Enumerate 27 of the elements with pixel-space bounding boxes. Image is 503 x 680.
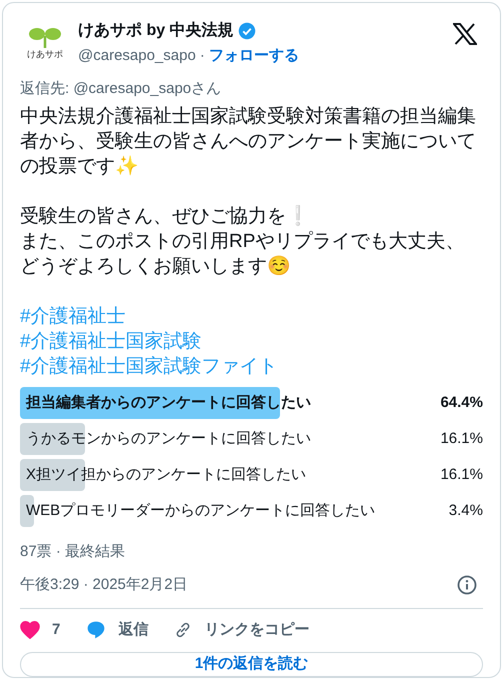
timestamp[interactable]: 午後3:29 · 2025年2月2日 [20, 574, 188, 596]
reply-button[interactable]: 返信 [86, 619, 148, 642]
poll-percent: 3.4% [448, 500, 483, 521]
speech-bubble-icon [86, 620, 106, 640]
author-name[interactable]: けあサポ by 中央法規 [78, 19, 234, 43]
tweet-text: 受験生の皆さん、ぜひご協力を❕ また、このポストの引用RPやリプライでも大丈夫、どうぞよろしくお願いします☺ [20, 204, 466, 279]
poll-percent: 16.1% [439, 428, 483, 449]
info-icon[interactable] [457, 574, 477, 595]
follow-link[interactable]: フォローする [208, 45, 299, 68]
poll-summary: 87票 · 最終結果 [20, 542, 126, 562]
sprout-icon [28, 26, 62, 50]
poll-option-label: WEBプロモリーダーからのアンケートに回答したい [25, 502, 376, 519]
link-icon [174, 621, 192, 640]
copy-link-button[interactable]: リンクをコピー [174, 619, 310, 642]
poll-percent: 64.4% [439, 392, 483, 413]
like-button[interactable]: 7 [20, 619, 60, 642]
read-replies-button[interactable]: 1件の返信を読む [20, 652, 483, 677]
x-logo-icon[interactable] [453, 23, 477, 45]
poll-option-label: 担当編集者からのアンケートに回答したい [24, 394, 311, 411]
poll-percent: 16.1% [439, 464, 483, 485]
author-handle[interactable]: @caresapo_sapo [78, 45, 196, 68]
poll-option-label: うかるモンからのアンケートに回答したい [25, 430, 311, 447]
reply-to-text: 返信先: @caresapo_sapoさん [20, 78, 222, 98]
heart-icon [20, 621, 40, 640]
tweet-text: 中央法規介護福祉士国家試験受験対策書籍の担当編集者から、受験生の皆さんへのアンケート実施についての投票です✨ [20, 105, 477, 179]
separator: · [200, 46, 205, 66]
poll-option-label: X担ツイ担からのアンケートに回答したい [25, 466, 306, 483]
